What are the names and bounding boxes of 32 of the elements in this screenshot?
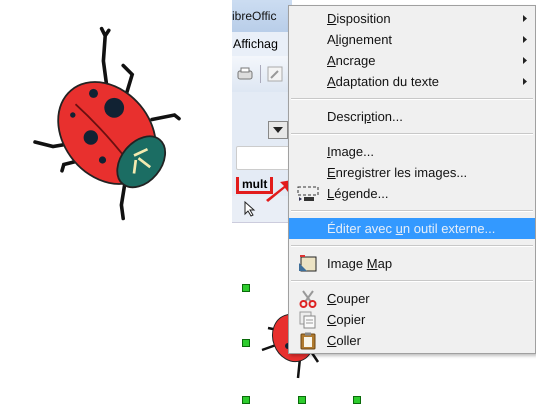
submenu-arrow-icon xyxy=(523,15,527,22)
pencil-icon[interactable] xyxy=(267,66,283,82)
window-title: ibreOffic xyxy=(232,9,276,23)
caret-icon xyxy=(273,127,283,133)
menu-item[interactable]: Coller xyxy=(289,330,535,351)
menu-item[interactable]: Légende... xyxy=(289,183,535,204)
menu-item[interactable]: Copier xyxy=(289,309,535,330)
menu-item[interactable]: Ancrage xyxy=(289,50,535,71)
copy-icon xyxy=(299,310,317,328)
menu-item[interactable]: Adaptation du texte xyxy=(289,71,535,92)
image-map-icon xyxy=(299,255,317,272)
selection-handle[interactable] xyxy=(242,396,250,404)
menu-item[interactable]: Enregistrer les images... xyxy=(289,162,535,183)
paste-icon xyxy=(300,332,316,350)
scissors-icon xyxy=(299,290,317,308)
submenu-arrow-icon xyxy=(523,78,527,85)
selection-handle[interactable] xyxy=(353,396,361,404)
menu-item[interactable]: Disposition xyxy=(289,8,535,29)
menu-item[interactable]: Couper xyxy=(289,288,535,309)
dropdown-button[interactable] xyxy=(268,121,288,139)
submenu-arrow-icon xyxy=(523,36,527,43)
selection-handle[interactable] xyxy=(298,396,306,404)
submenu-arrow-icon xyxy=(523,57,527,64)
pointer-icon[interactable] xyxy=(244,201,256,217)
menu-item[interactable]: Description... xyxy=(289,106,535,127)
menu-item[interactable]: Alignement xyxy=(289,29,535,50)
menu-item[interactable]: Image Map xyxy=(289,253,535,274)
caption-icon xyxy=(297,186,319,202)
menu-item[interactable]: Image... xyxy=(289,141,535,162)
selection-handle[interactable] xyxy=(242,339,250,347)
printer-icon[interactable] xyxy=(236,66,254,82)
selection-handle[interactable] xyxy=(242,284,250,292)
